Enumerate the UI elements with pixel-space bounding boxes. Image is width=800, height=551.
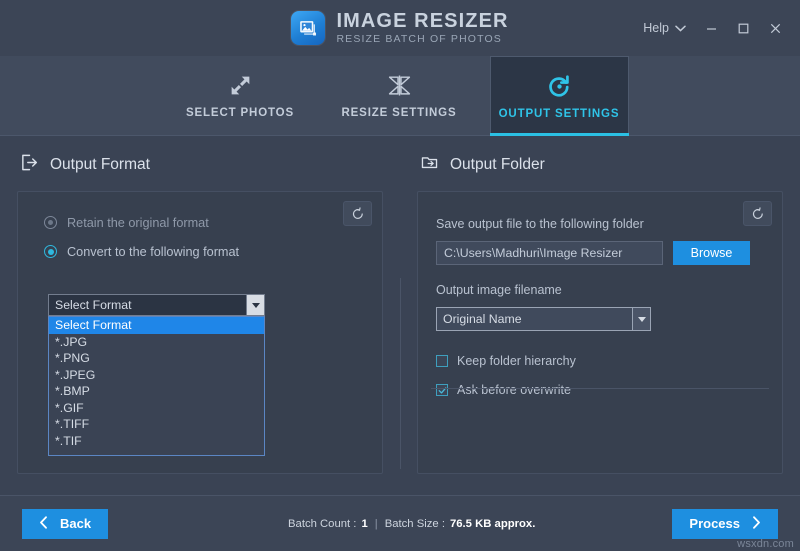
chevron-down-icon[interactable]	[632, 308, 650, 330]
format-option-3[interactable]: *.JPEG	[49, 367, 264, 384]
format-select-dropdown[interactable]: Select Format *.JPG *.PNG *.JPEG *.BMP *…	[48, 316, 265, 456]
output-format-panel: Retain the original format Convert to th…	[17, 191, 383, 474]
help-label: Help	[643, 21, 669, 35]
checkbox-indicator-overwrite	[436, 384, 448, 396]
panel-divider-horizontal	[431, 388, 769, 389]
help-menu-button[interactable]: Help	[635, 15, 694, 41]
minimize-button[interactable]	[696, 13, 726, 43]
chevron-right-icon	[752, 516, 761, 532]
format-select-value: Select Format	[49, 298, 246, 312]
close-button[interactable]	[760, 13, 790, 43]
app-subtitle: RESIZE BATCH OF PHOTOS	[336, 34, 508, 45]
radio-indicator-retain	[44, 216, 57, 229]
app-logo-icon	[291, 11, 325, 45]
footer-bar: Back Batch Count : 1 | Batch Size : 76.5…	[0, 495, 800, 551]
chevron-left-icon	[39, 516, 48, 532]
format-option-5[interactable]: *.GIF	[49, 400, 264, 417]
format-select[interactable]: Select Format	[48, 294, 265, 316]
output-folder-header: Output Folder	[417, 150, 783, 180]
format-option-0[interactable]: Select Format	[49, 317, 264, 334]
format-option-2[interactable]: *.PNG	[49, 350, 264, 367]
batch-count-value: 1	[361, 518, 367, 530]
filename-select-value: Original Name	[437, 312, 632, 326]
image-resizer-window: IMAGE RESIZER RESIZE BATCH OF PHOTOS Hel…	[0, 0, 800, 551]
filename-label: Output image filename	[436, 283, 782, 297]
checkbox-overwrite-label: Ask before overwrite	[457, 383, 571, 397]
maximize-button[interactable]	[728, 13, 758, 43]
output-format-header: Output Format	[17, 150, 383, 180]
output-path-input[interactable]: C:\Users\Madhuri\Image Resizer	[436, 241, 663, 265]
tab-output-settings[interactable]: OUTPUT SETTINGS	[490, 56, 629, 135]
undo-circle-icon	[351, 207, 365, 221]
main-content: Output Format Retain the original format	[0, 136, 800, 495]
expand-arrows-icon	[228, 72, 253, 98]
app-branding: IMAGE RESIZER RESIZE BATCH OF PHOTOS	[291, 11, 508, 45]
checkbox-hierarchy-label: Keep folder hierarchy	[457, 354, 576, 368]
save-folder-group: Save output file to the following folder…	[418, 192, 782, 331]
navigation-tabs: SELECT PHOTOS RESIZE SETTINGS OUTPUT	[0, 56, 800, 136]
process-button-label: Process	[689, 516, 740, 531]
batch-size-value: 76.5 KB approx.	[450, 518, 535, 530]
checkbox-ask-before-overwrite[interactable]: Ask before overwrite	[436, 380, 782, 400]
output-format-title: Output Format	[50, 156, 150, 174]
format-option-6[interactable]: *.TIFF	[49, 416, 264, 433]
format-select-wrapper: Select Format Select Format *.JPG *.PNG …	[48, 294, 265, 456]
chevron-down-icon	[675, 21, 686, 35]
output-folder-panel: Save output file to the following folder…	[417, 191, 783, 474]
undo-circle-icon	[751, 207, 765, 221]
radio-retain-label: Retain the original format	[67, 216, 209, 230]
tab-select-photos-label: SELECT PHOTOS	[186, 107, 294, 119]
save-folder-label: Save output file to the following folder	[436, 217, 782, 231]
radio-indicator-convert	[44, 245, 57, 258]
batch-count-label: Batch Count :	[288, 518, 356, 530]
checkbox-indicator-hierarchy	[436, 355, 448, 367]
tab-output-settings-label: OUTPUT SETTINGS	[499, 108, 620, 120]
radio-convert-format[interactable]: Convert to the following format	[18, 239, 382, 264]
process-button[interactable]: Process	[672, 509, 778, 539]
folder-path-row: C:\Users\Madhuri\Image Resizer Browse	[436, 241, 782, 265]
export-box-icon	[20, 153, 39, 177]
folder-export-icon	[420, 153, 439, 177]
output-format-column: Output Format Retain the original format	[0, 136, 400, 495]
checkbox-keep-folder-hierarchy[interactable]: Keep folder hierarchy	[436, 351, 782, 371]
tab-resize-settings-label: RESIZE SETTINGS	[342, 107, 457, 119]
tab-resize-settings[interactable]: RESIZE SETTINGS	[332, 56, 467, 135]
window-controls: Help	[635, 0, 790, 56]
output-format-reset-button[interactable]	[343, 201, 372, 226]
app-title: IMAGE RESIZER	[336, 11, 508, 31]
title-bar: IMAGE RESIZER RESIZE BATCH OF PHOTOS Hel…	[0, 0, 800, 56]
compress-arrows-icon	[387, 72, 412, 98]
filename-select[interactable]: Original Name	[436, 307, 651, 331]
tab-select-photos[interactable]: SELECT PHOTOS	[173, 56, 308, 135]
format-option-7[interactable]: *.TIF	[49, 433, 264, 450]
browse-button[interactable]: Browse	[673, 241, 750, 265]
output-folder-reset-button[interactable]	[743, 201, 772, 226]
output-folder-column: Output Folder Save output file to the fo…	[400, 136, 800, 495]
back-button-label: Back	[60, 516, 91, 531]
format-option-4[interactable]: *.BMP	[49, 383, 264, 400]
checkbox-group: Keep folder hierarchy Ask before overwri…	[418, 331, 782, 400]
radio-convert-label: Convert to the following format	[67, 245, 239, 259]
batch-size-label: Batch Size :	[385, 518, 445, 530]
refresh-circle-icon	[547, 73, 572, 99]
app-title-block: IMAGE RESIZER RESIZE BATCH OF PHOTOS	[336, 11, 508, 45]
batch-status: Batch Count : 1 | Batch Size : 76.5 KB a…	[288, 518, 535, 530]
status-separator: |	[375, 518, 378, 530]
back-button[interactable]: Back	[22, 509, 108, 539]
output-folder-title: Output Folder	[450, 156, 545, 174]
format-option-1[interactable]: *.JPG	[49, 334, 264, 351]
radio-retain-original-format[interactable]: Retain the original format	[18, 210, 382, 235]
watermark: wsxdn.com	[737, 538, 794, 550]
chevron-down-icon[interactable]	[246, 295, 264, 315]
